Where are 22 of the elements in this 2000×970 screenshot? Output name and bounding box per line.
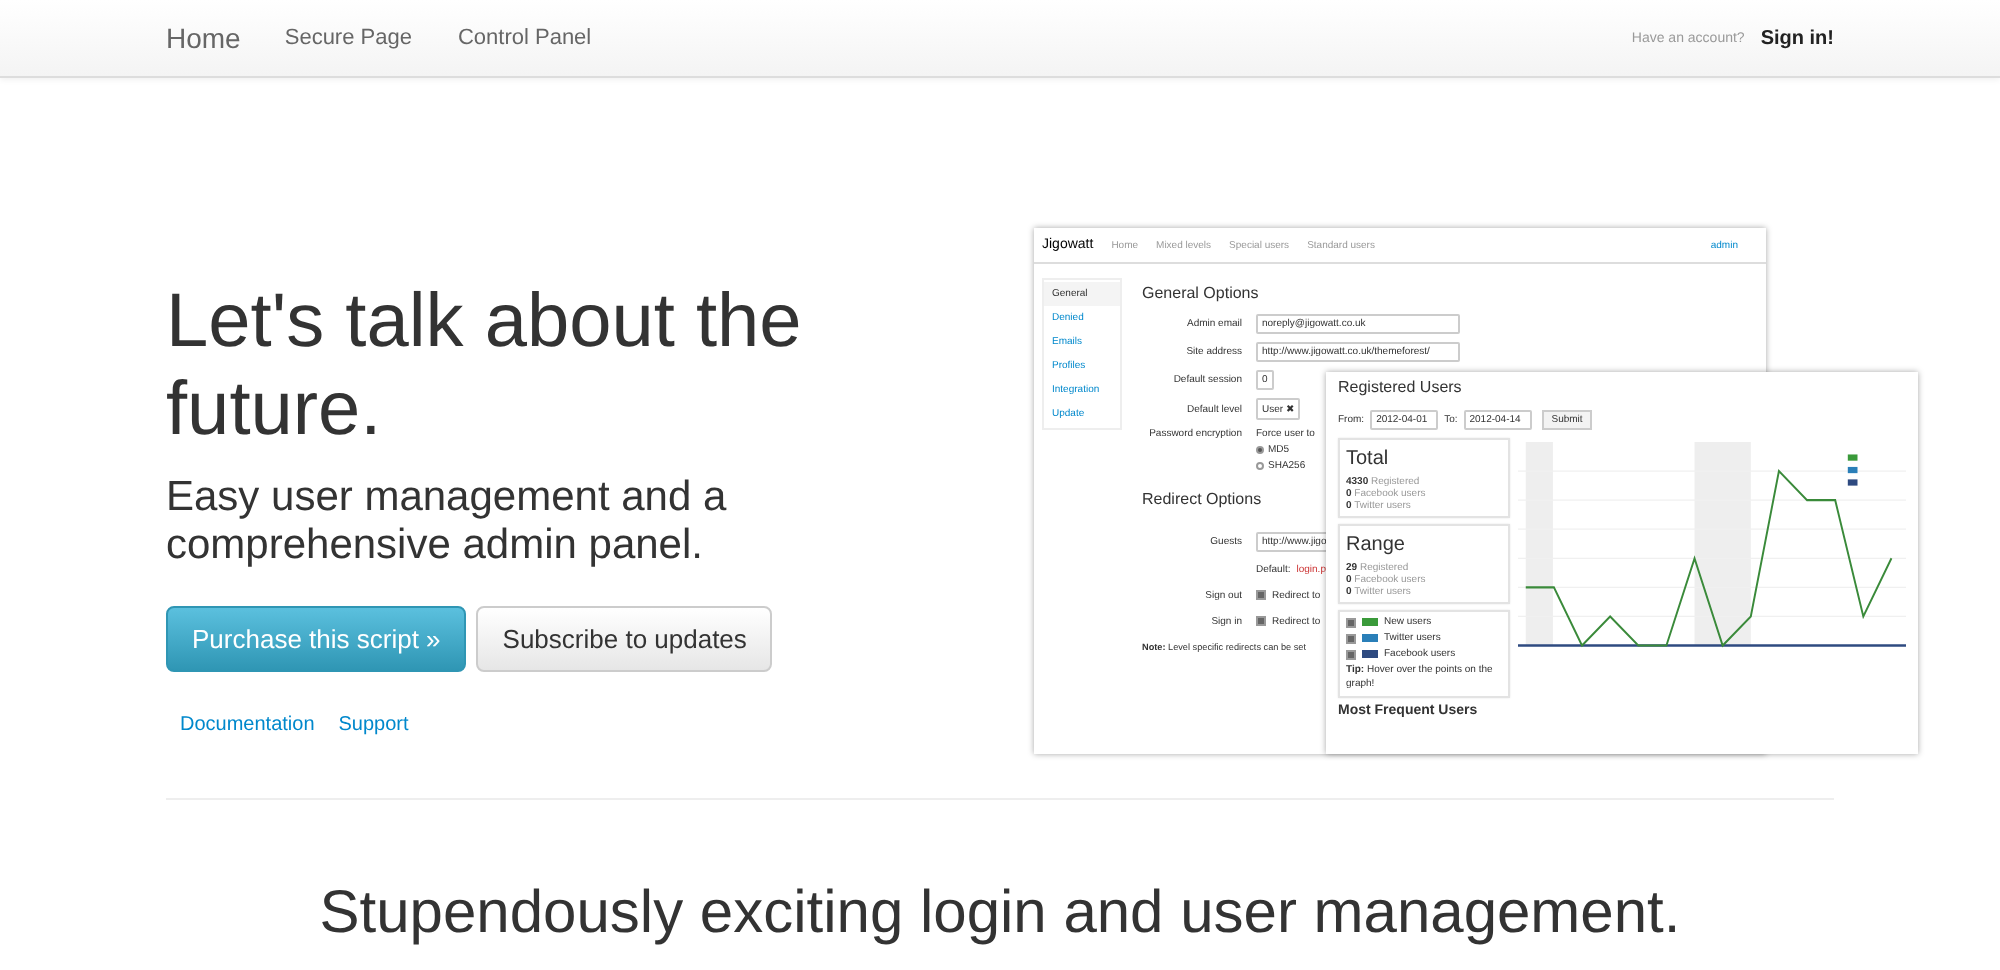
tagline: Stupendously exciting login and user management.: [317, 880, 1683, 948]
checkbox[interactable]: [1346, 633, 1356, 643]
hero-heading: Let's talk about the future.: [166, 278, 804, 454]
card-title: Total: [1346, 448, 1391, 470]
footer-link[interactable]: Documentation: [180, 714, 315, 736]
radio-button[interactable]: [1256, 462, 1264, 470]
checkbox[interactable]: [1346, 617, 1356, 627]
subscribe-button[interactable]: Subscribe to updates: [476, 606, 773, 672]
card-title: Range: [1346, 534, 1407, 556]
nav-link[interactable]: Secure Page: [284, 26, 412, 50]
footer-link[interactable]: Support: [338, 714, 409, 736]
home-link[interactable]: Home: [166, 22, 241, 54]
nav-link[interactable]: Control Panel: [457, 26, 592, 50]
checkbox[interactable]: [1256, 616, 1266, 626]
sign-in-link[interactable]: Sign in!: [1760, 27, 1834, 49]
window-title: Registered Users: [1338, 378, 1464, 396]
section-title: Redirect Options: [1142, 490, 1262, 508]
section-title: General Options: [1142, 284, 1259, 302]
checkbox[interactable]: [1256, 590, 1266, 600]
hero-subheading: Easy user management and a comprehensive admin panel.: [166, 474, 729, 570]
checkbox[interactable]: [1346, 649, 1356, 659]
radio-button[interactable]: [1256, 446, 1264, 454]
